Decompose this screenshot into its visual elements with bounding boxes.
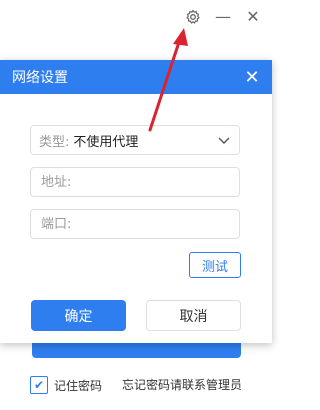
proxy-type-select[interactable]: 类型: 不使用代理: [30, 125, 240, 155]
dialog-title: 网络设置: [12, 70, 68, 86]
check-icon: ✔: [33, 378, 45, 392]
window-close-button[interactable]: ✕: [242, 6, 264, 28]
test-button[interactable]: 测试: [189, 252, 241, 278]
address-input[interactable]: [39, 173, 231, 191]
port-field[interactable]: [30, 209, 240, 239]
window-controls: — ✕: [182, 6, 264, 28]
settings-button[interactable]: [182, 6, 204, 28]
close-icon: ✕: [244, 66, 260, 88]
remember-checkbox[interactable]: ✔: [30, 376, 48, 394]
network-settings-dialog: 网络设置 ✕ 类型: 不使用代理 测试 确定 取消: [0, 60, 272, 343]
forgot-password-text: 忘记密码请联系管理员: [122, 378, 243, 392]
remember-password-row[interactable]: ✔ 记住密码: [30, 376, 102, 394]
type-value: 不使用代理: [73, 134, 139, 150]
remember-label: 记住密码: [54, 378, 103, 393]
address-field[interactable]: [30, 167, 240, 197]
dialog-close-button[interactable]: ✕: [242, 66, 262, 88]
minimize-button[interactable]: —: [212, 6, 234, 28]
confirm-button[interactable]: 确定: [31, 300, 126, 331]
minimize-icon: —: [215, 7, 231, 26]
cancel-button[interactable]: 取消: [146, 300, 241, 331]
type-label: 类型:: [39, 134, 70, 150]
gear-icon: [186, 9, 200, 24]
port-input[interactable]: [39, 215, 231, 233]
dialog-header: 网络设置 ✕: [0, 60, 272, 94]
close-icon: ✕: [246, 7, 260, 26]
chevron-down-icon: [218, 137, 230, 144]
